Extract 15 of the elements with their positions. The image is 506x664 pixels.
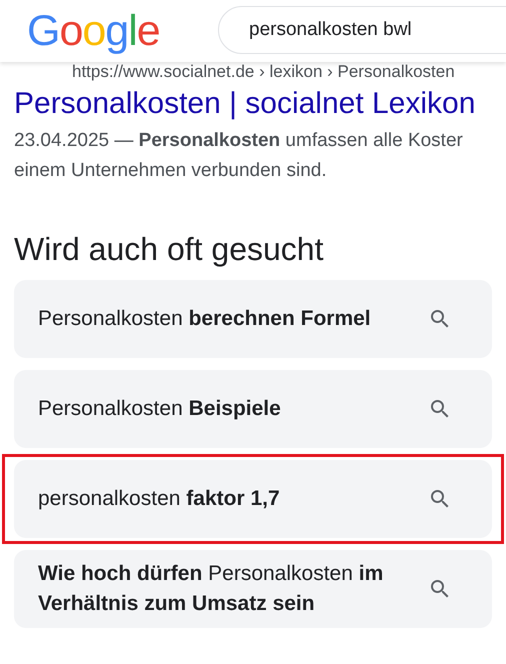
result-url: https://www.socialnet.de › lexikon › Personalkosten	[72, 62, 455, 82]
suggestion-text: Personalkosten Beispiele	[38, 396, 282, 422]
suggestion-text: personalkosten faktor 1,7	[38, 486, 281, 512]
google-logo[interactable]: Google	[27, 10, 160, 52]
related-search-item[interactable]: personalkosten faktor 1,7	[14, 460, 492, 538]
suggestion-text: Personalkosten berechnen Formel	[38, 306, 372, 332]
section-heading: Wird auch oft gesucht	[14, 230, 324, 268]
related-search-item[interactable]: Wie hoch dürfen Personalkosten im Verhältnis zum Umsatz sein	[14, 550, 492, 628]
related-search-item[interactable]: Personalkosten berechnen Formel	[14, 280, 492, 358]
suggestion-text: Wie hoch dürfen Personalkosten im Verhältnis zum Umsatz sein	[38, 561, 384, 617]
result-snippet: einem Unternehmen verbunden sind.	[14, 159, 328, 183]
result-title-link[interactable]: Personalkosten | socialnet Lexikon	[14, 84, 492, 124]
related-search-item[interactable]: Personalkosten Beispiele	[14, 370, 492, 448]
search-field[interactable]: personalkosten bwl	[218, 6, 506, 54]
result-snippet: 23.04.2025 — Personalkosten umfassen alle Koster	[14, 129, 464, 153]
